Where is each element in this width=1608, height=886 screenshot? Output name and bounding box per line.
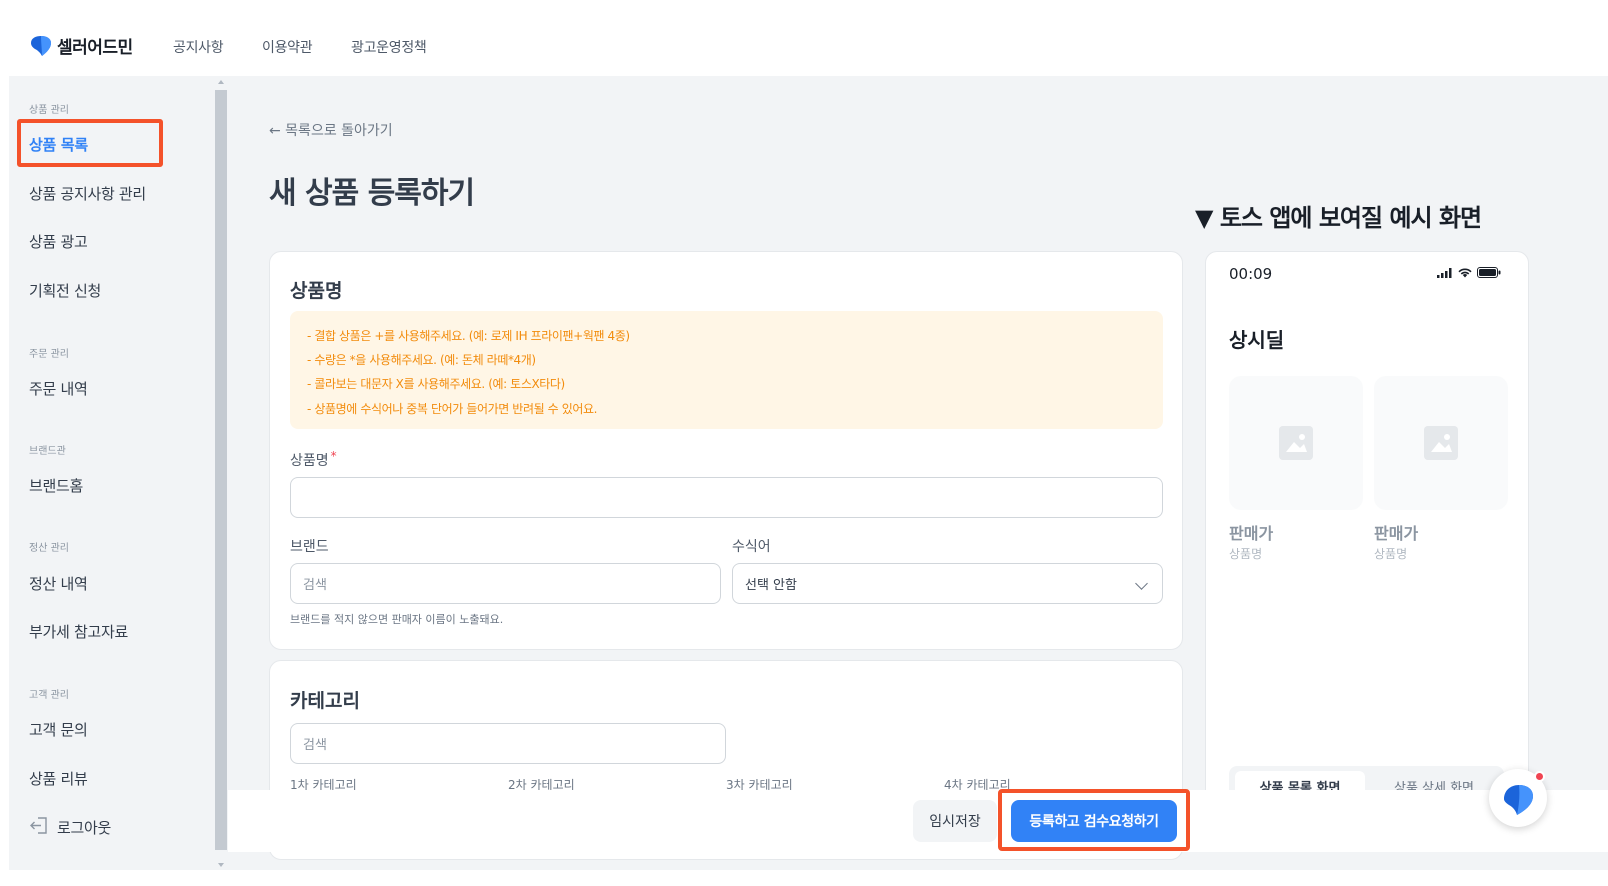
sidebar-item-promotion-apply[interactable]: 기획전 신청 [29, 280, 101, 301]
section-label-brand: 브랜드관 [29, 446, 66, 457]
sidebar-item-order-history[interactable]: 주문 내역 [29, 378, 88, 399]
notification-dot [1534, 771, 1545, 782]
product-name-label: 상품명 * [290, 449, 337, 470]
category-card-title: 카테고리 [290, 690, 360, 712]
top-nav: 셀러어드민 공지사항 이용약관 광고운영정책 [0, 0, 1608, 76]
sidebar-item-product-notice[interactable]: 상품 공지사항 관리 [29, 183, 146, 204]
preview-heading: ▼ 토스 앱에 보여질 예시 화면 [1195, 204, 1482, 232]
battery-icon [1477, 267, 1501, 278]
product-card-title: 상품명 [290, 280, 343, 302]
product-thumbnail [1229, 376, 1363, 510]
modifier-label: 수식어 [732, 539, 771, 555]
section-label-product: 상품 관리 [29, 105, 69, 116]
notice-line: - 콜라보는 대문자 X를 사용해주세요. (예: 토스X타다) [307, 377, 565, 391]
notice-line: - 수량은 *을 사용해주세요. (예: 돈체 라떼*4개) [307, 353, 536, 367]
section-label-order: 주문 관리 [29, 349, 69, 360]
product-name-label-text: 상품명 [290, 453, 329, 469]
brand-hint: 브랜드를 적지 않으면 판매자 이름이 노출돼요. [290, 613, 504, 626]
sidebar-item-vat-reference[interactable]: 부가세 참고자료 [29, 621, 128, 642]
product-thumbnail [1374, 376, 1508, 510]
modifier-select-value: 선택 안함 [745, 578, 797, 593]
tab-product-detail-view[interactable]: 상품 상세 화면 [1369, 771, 1499, 791]
highlight-box-product-list [17, 119, 163, 167]
wifi-icon [1458, 268, 1472, 277]
tab-product-list-view[interactable]: 상품 목록 화면 [1235, 771, 1365, 790]
sidebar-item-product-ad[interactable]: 상품 광고 [29, 231, 88, 252]
nav-notice[interactable]: 공지사항 [173, 37, 224, 57]
app-preview-phone: 00:09 상시딜 판매가 판매가 상품명 상품명 상품 목록 화면 상품 상세… [1205, 251, 1529, 791]
logout-icon[interactable] [30, 817, 48, 834]
brand-logo[interactable]: 셀러어드민 [29, 33, 133, 58]
notice-line: - 상품명에 수식어나 중복 단어가 들어가면 반려될 수 있어요. [307, 402, 598, 416]
status-bar-icons [1437, 267, 1501, 278]
preview-title: 상시딜 [1229, 328, 1285, 352]
sidebar-scrollbar[interactable] [214, 76, 228, 870]
sidebar-item-brand-home[interactable]: 브랜드홈 [29, 475, 83, 496]
section-label-customer: 고객 관리 [29, 690, 69, 701]
required-mark: * [330, 449, 337, 463]
sidebar-item-logout[interactable]: 로그아웃 [57, 817, 111, 838]
scroll-down-arrow-icon[interactable] [218, 863, 224, 867]
category-search-input[interactable]: 검색 [290, 723, 726, 764]
sidebar-item-settlement-history[interactable]: 정산 내역 [29, 573, 88, 594]
brand-label: 브랜드 [290, 539, 329, 555]
back-to-list-link[interactable]: ← 목록으로 돌아가기 [269, 120, 393, 140]
sidebar-item-product-review[interactable]: 상품 리뷰 [29, 768, 88, 789]
brand-search-input[interactable]: 검색 [290, 563, 721, 604]
page-title: 새 상품 등록하기 [269, 176, 475, 211]
nav-ad-policy[interactable]: 광고운영정책 [351, 37, 427, 57]
submit-review-button[interactable]: 등록하고 검수요청하기 [1011, 800, 1177, 842]
scroll-up-arrow-icon[interactable] [218, 80, 224, 84]
temp-save-button[interactable]: 임시저장 [913, 800, 997, 842]
scrollbar-thumb[interactable] [215, 90, 227, 850]
product-name-input[interactable] [290, 477, 1163, 518]
status-bar-time: 00:09 [1229, 265, 1273, 283]
product-name: 상품명 [1229, 547, 1263, 561]
naming-guide-notice: - 결합 상품은 +를 사용해주세요. (예: 로제 IH 프라이팬+웍팬 4종… [290, 311, 1163, 429]
product-name: 상품명 [1374, 547, 1408, 561]
modifier-select[interactable]: 선택 안함 [732, 563, 1163, 604]
section-label-settlement: 정산 관리 [29, 543, 69, 554]
nav-terms[interactable]: 이용약관 [262, 37, 313, 57]
product-price: 판매가 [1374, 524, 1419, 543]
toss-logo-icon [31, 35, 51, 56]
sidebar-item-customer-inquiry[interactable]: 고객 문의 [29, 719, 88, 740]
image-placeholder-icon [1279, 426, 1313, 460]
chevron-down-icon [1135, 577, 1148, 590]
signal-icon [1437, 267, 1452, 278]
brand-name: 셀러어드민 [57, 38, 133, 58]
product-price: 판매가 [1229, 524, 1274, 543]
notice-line: - 결합 상품은 +를 사용해주세요. (예: 로제 IH 프라이팬+웍팬 4종… [307, 329, 630, 343]
preview-tabs: 상품 목록 화면 상품 상세 화면 [1229, 766, 1504, 791]
image-placeholder-icon [1424, 426, 1458, 460]
